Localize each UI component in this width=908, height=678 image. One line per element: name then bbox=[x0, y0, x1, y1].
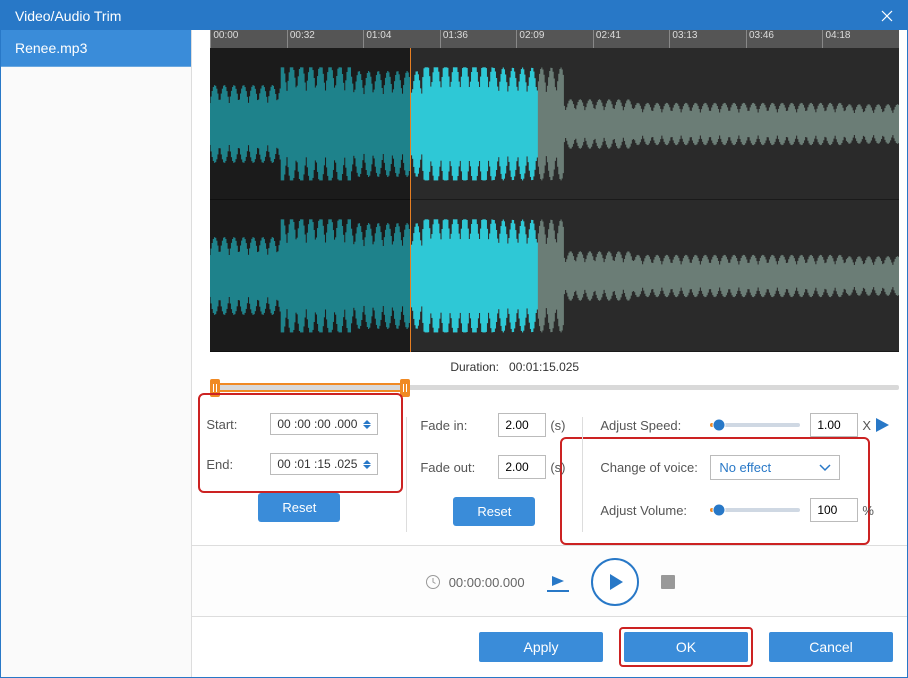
start-label: Start: bbox=[206, 417, 270, 432]
chevron-down-icon bbox=[819, 464, 831, 472]
ok-button[interactable]: OK bbox=[624, 632, 748, 662]
duration-value: 00:01:15.025 bbox=[509, 360, 579, 374]
volume-slider[interactable] bbox=[710, 508, 800, 512]
adjust-speed-label: Adjust Speed: bbox=[600, 418, 710, 433]
preview-speed-icon[interactable] bbox=[871, 415, 893, 435]
reset-fade-button[interactable]: Reset bbox=[453, 497, 535, 526]
fade-in-label: Fade in: bbox=[420, 418, 498, 433]
close-button[interactable] bbox=[867, 1, 907, 30]
stop-button[interactable] bbox=[661, 575, 675, 589]
fade-unit: (s) bbox=[550, 418, 565, 433]
apply-button[interactable]: Apply bbox=[479, 632, 603, 662]
play-button[interactable] bbox=[591, 558, 639, 606]
window-title: Video/Audio Trim bbox=[15, 8, 121, 24]
range-selector[interactable] bbox=[210, 379, 899, 397]
file-sidebar: Renee.mp3 bbox=[1, 30, 192, 677]
end-spinner[interactable] bbox=[363, 460, 371, 469]
selection-overlay bbox=[210, 48, 410, 352]
duration-label: Duration: bbox=[450, 360, 499, 374]
end-label: End: bbox=[206, 457, 270, 472]
speed-unit: X bbox=[862, 418, 871, 433]
sidebar-file-item[interactable]: Renee.mp3 bbox=[1, 30, 191, 67]
cancel-button[interactable]: Cancel bbox=[769, 632, 893, 662]
volume-input[interactable] bbox=[810, 498, 858, 522]
reset-trim-button[interactable]: Reset bbox=[258, 493, 340, 522]
fade-out-input[interactable] bbox=[498, 455, 546, 479]
speed-slider[interactable] bbox=[710, 423, 800, 427]
change-voice-label: Change of voice: bbox=[600, 460, 710, 475]
start-spinner[interactable] bbox=[363, 420, 371, 429]
clock-icon bbox=[425, 574, 441, 590]
fade-in-input[interactable] bbox=[498, 413, 546, 437]
fade-out-label: Fade out: bbox=[420, 460, 498, 475]
playhead[interactable] bbox=[410, 48, 411, 352]
start-time-input[interactable]: 00 :00 :00 .000 bbox=[270, 413, 378, 435]
volume-unit: % bbox=[862, 503, 874, 518]
time-ruler[interactable]: 00:0000:3201:0401:3602:0902:4103:1303:46… bbox=[210, 30, 899, 48]
waveform-display[interactable] bbox=[210, 48, 899, 352]
end-time-input[interactable]: 00 :01 :15 .025 bbox=[270, 453, 378, 475]
range-handle-start[interactable] bbox=[210, 379, 220, 397]
range-handle-end[interactable] bbox=[400, 379, 410, 397]
highlight-ok: OK bbox=[619, 627, 753, 667]
seek-marker-icon[interactable] bbox=[547, 572, 569, 592]
speed-input[interactable] bbox=[810, 413, 858, 437]
player-time: 00:00:00.000 bbox=[449, 575, 525, 590]
voice-select[interactable]: No effect bbox=[710, 455, 840, 480]
adjust-volume-label: Adjust Volume: bbox=[600, 503, 710, 518]
